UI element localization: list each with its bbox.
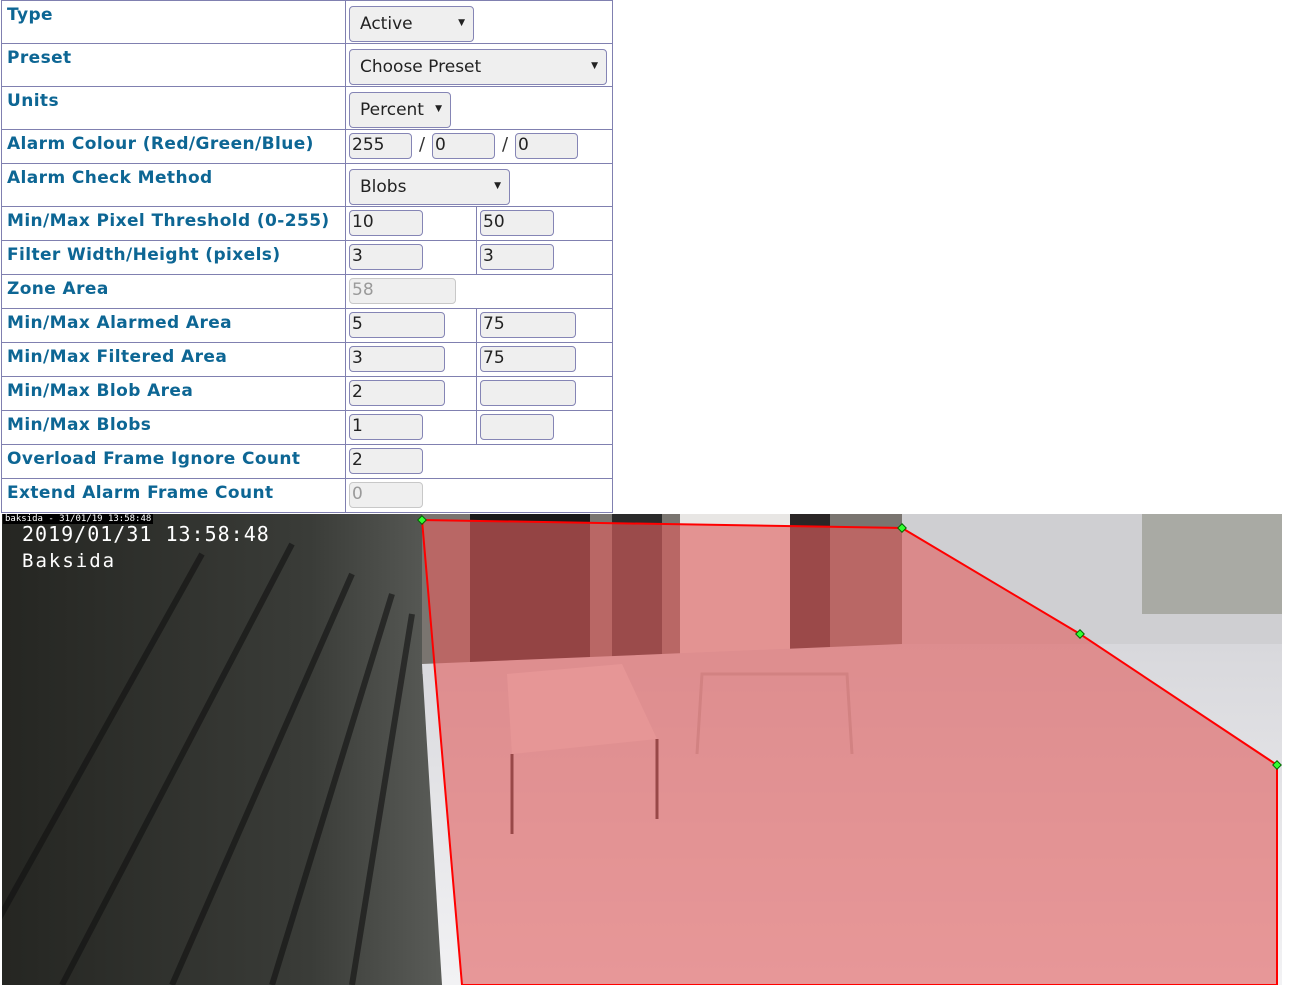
extend-alarm-input: 0 bbox=[349, 482, 423, 508]
overload-ignore-label: Overload Frame Ignore Count bbox=[1, 444, 346, 479]
type-select[interactable]: Active ▼ bbox=[349, 6, 474, 42]
pixel-threshold-label: Min/Max Pixel Threshold (0-255) bbox=[1, 206, 346, 241]
alarmed-area-label: Min/Max Alarmed Area bbox=[1, 308, 346, 343]
chevron-down-icon: ▼ bbox=[458, 18, 465, 28]
blobs-label: Min/Max Blobs bbox=[1, 410, 346, 445]
extend-alarm-label: Extend Alarm Frame Count bbox=[1, 478, 346, 513]
filtered-area-min-input[interactable]: 3 bbox=[349, 346, 445, 372]
wall-shadow bbox=[2, 514, 442, 985]
alarm-colour-green-input[interactable]: 0 bbox=[432, 133, 495, 159]
check-method-label: Alarm Check Method bbox=[1, 163, 346, 207]
camera-image[interactable]: baksida - 31/01/19 13:58:48 2019/01/31 1… bbox=[2, 514, 1282, 985]
zone-area-input: 58 bbox=[349, 278, 456, 304]
preset-select[interactable]: Choose Preset ▼ bbox=[349, 49, 607, 85]
blob-area-max-input[interactable] bbox=[480, 380, 576, 406]
separator: / bbox=[501, 134, 509, 155]
blobs-min-input[interactable]: 1 bbox=[349, 414, 423, 440]
units-select[interactable]: Percent ▼ bbox=[349, 92, 451, 128]
chevron-down-icon: ▼ bbox=[591, 61, 598, 71]
chevron-down-icon: ▼ bbox=[494, 181, 501, 191]
units-label: Units bbox=[1, 86, 346, 130]
pixel-threshold-max-input[interactable]: 50 bbox=[480, 210, 554, 236]
check-method-select[interactable]: Blobs ▼ bbox=[349, 169, 510, 205]
overload-ignore-input[interactable]: 2 bbox=[349, 448, 423, 474]
camera-scene bbox=[2, 514, 1282, 985]
alarm-colour-red-input[interactable]: 255 bbox=[349, 133, 412, 159]
filter-width-input[interactable]: 3 bbox=[349, 244, 423, 270]
alarmed-area-min-input[interactable]: 5 bbox=[349, 312, 445, 338]
zone-area-label: Zone Area bbox=[1, 274, 346, 309]
camera-name: Baksida bbox=[22, 550, 117, 572]
type-label: Type bbox=[1, 0, 346, 44]
alarm-colour-blue-input[interactable]: 0 bbox=[515, 133, 578, 159]
filter-size-label: Filter Width/Height (pixels) bbox=[1, 240, 346, 275]
fence-area bbox=[1142, 514, 1282, 614]
zone-settings-table: Type Active ▼ Preset Choose Preset ▼ Units… bbox=[1, 0, 613, 513]
pixel-threshold-min-input[interactable]: 10 bbox=[349, 210, 423, 236]
filter-height-input[interactable]: 3 bbox=[480, 244, 554, 270]
blobs-max-input[interactable] bbox=[480, 414, 554, 440]
camera-timestamp: 2019/01/31 13:58:48 bbox=[22, 522, 270, 546]
alarm-colour-label: Alarm Colour (Red/Green/Blue) bbox=[1, 129, 346, 164]
preset-label: Preset bbox=[1, 43, 346, 87]
filtered-area-max-input[interactable]: 75 bbox=[480, 346, 576, 372]
separator: / bbox=[418, 134, 426, 155]
alarmed-area-max-input[interactable]: 75 bbox=[480, 312, 576, 338]
blob-area-min-input[interactable]: 2 bbox=[349, 380, 445, 406]
filtered-area-label: Min/Max Filtered Area bbox=[1, 342, 346, 377]
blob-area-label: Min/Max Blob Area bbox=[1, 376, 346, 411]
chevron-down-icon: ▼ bbox=[435, 104, 442, 114]
